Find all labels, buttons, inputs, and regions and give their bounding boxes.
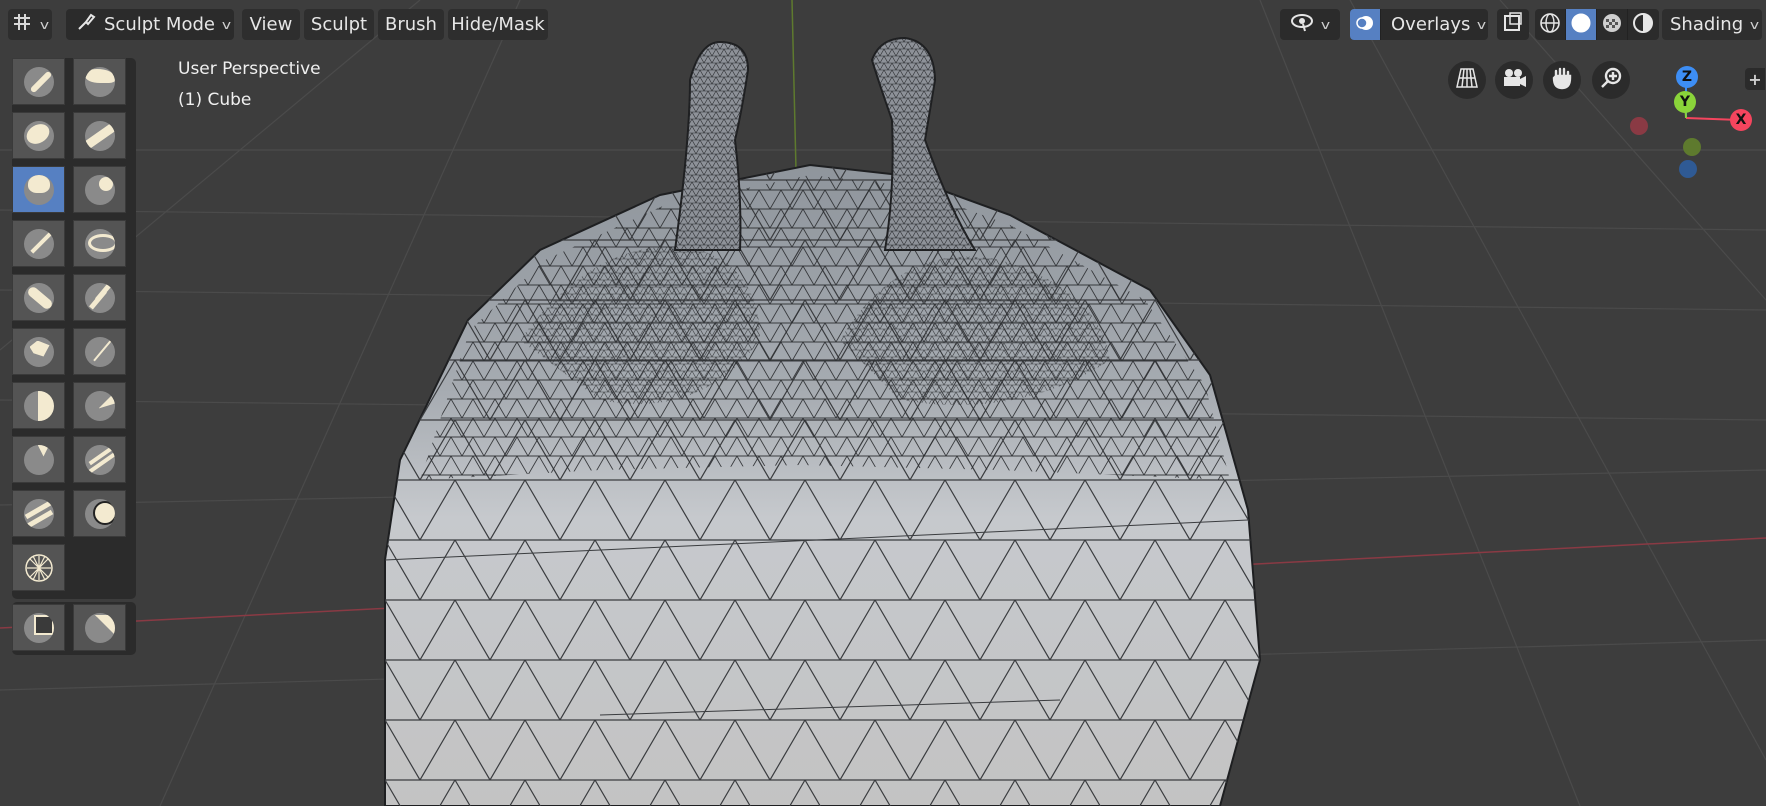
wireframe-sphere-icon: [1539, 12, 1561, 38]
xray-toggle-icon: [1502, 11, 1524, 38]
tool-multiplane-scrape[interactable]: [73, 382, 126, 429]
chevron-down-icon: v: [1321, 17, 1331, 32]
sculpt-brush-icon: [76, 12, 96, 37]
solid-sphere-icon: [1570, 12, 1592, 38]
overlays-dropdown[interactable]: Overlays v: [1350, 9, 1488, 40]
plus-icon: +: [1748, 69, 1762, 89]
editor-type-button[interactable]: v: [8, 9, 52, 40]
tool-inflate[interactable]: [12, 220, 65, 267]
draw-brush-icon: [23, 66, 54, 97]
axis-neg-z[interactable]: [1679, 160, 1697, 178]
overlay-icon: [1355, 13, 1375, 37]
inflate-brush-icon: [23, 228, 54, 259]
pinch-brush-icon: [23, 444, 54, 475]
shading-rendered-button[interactable]: [1628, 9, 1658, 40]
tool-snake-hook[interactable]: [12, 490, 65, 537]
tool-layer[interactable]: [73, 166, 126, 213]
clay-brush-icon: [23, 120, 54, 151]
mode-selector[interactable]: Sculpt Mode v: [66, 9, 234, 40]
hand-pan-icon: [1550, 66, 1574, 94]
axis-neg-x[interactable]: [1630, 117, 1648, 135]
brush-toolbar: [12, 58, 136, 599]
tool-crease[interactable]: [12, 274, 65, 321]
tool-clay-thumb[interactable]: [12, 166, 65, 213]
mask-box-icon: [23, 612, 54, 643]
tool-thumb[interactable]: [73, 490, 126, 537]
snake-hook-brush-icon: [23, 498, 54, 529]
scrape-brush-icon: [23, 390, 54, 421]
tool-draw-sharp[interactable]: [73, 58, 126, 105]
tool-mask-box[interactable]: [12, 604, 65, 651]
axis-neg-y[interactable]: [1683, 138, 1701, 156]
tool-scrape[interactable]: [12, 382, 65, 429]
fill-brush-icon: [84, 336, 115, 367]
tool-pose[interactable]: [12, 544, 65, 591]
transform-grid-icon: [11, 12, 33, 37]
perspective-grid-icon: [1455, 67, 1479, 93]
viewport-canvas[interactable]: [0, 0, 1766, 806]
tool-mask-lasso[interactable]: [73, 604, 126, 651]
chevron-down-icon: v: [1477, 17, 1487, 32]
rendered-sphere-icon: [1632, 12, 1654, 38]
overlays-toggle[interactable]: [1350, 9, 1381, 40]
material-preview-icon: [1601, 12, 1623, 38]
tool-clay-strips[interactable]: [73, 112, 126, 159]
pan-view-button[interactable]: [1543, 61, 1581, 99]
chevron-down-icon: v: [1750, 17, 1760, 32]
sculpt-mesh: [384, 163, 1262, 806]
menu-sculpt[interactable]: Sculpt: [304, 9, 374, 40]
axis-y[interactable]: Y: [1674, 91, 1696, 113]
mask-toolbar: [12, 602, 136, 655]
mode-label: Sculpt Mode: [104, 14, 215, 35]
flatten-brush-icon: [23, 336, 54, 367]
shading-solid-button[interactable]: [1566, 9, 1597, 40]
axis-x[interactable]: X: [1730, 109, 1752, 131]
menu-hide-mask[interactable]: Hide/Mask: [448, 9, 548, 40]
eye-select-icon: [1290, 12, 1314, 37]
layer-brush-icon: [84, 174, 115, 205]
multiplane-scrape-brush-icon: [84, 390, 115, 421]
viewport-header: v Sculpt Mode v View Sculpt Brush Hide/M…: [0, 0, 1766, 48]
shading-label: Shading: [1670, 14, 1744, 35]
sidebar-toggle[interactable]: +: [1745, 68, 1765, 90]
axis-z[interactable]: Z: [1676, 66, 1698, 88]
blob-brush-icon: [84, 228, 115, 259]
object-name: (1) Cube: [178, 90, 252, 110]
tool-flatten[interactable]: [12, 328, 65, 375]
xray-toggle[interactable]: [1497, 9, 1529, 40]
tool-blob[interactable]: [73, 220, 126, 267]
draw-sharp-brush-icon: [84, 66, 115, 97]
visibility-button[interactable]: v: [1280, 9, 1340, 40]
tool-smooth[interactable]: [73, 274, 126, 321]
grab-brush-icon: [84, 444, 115, 475]
shading-modes[interactable]: [1535, 9, 1659, 40]
clay-strips-brush-icon: [84, 120, 115, 151]
shading-material-button[interactable]: [1597, 9, 1628, 40]
tool-pinch[interactable]: [12, 436, 65, 483]
tool-clay[interactable]: [12, 112, 65, 159]
crease-brush-icon: [23, 282, 54, 313]
camera-view-button[interactable]: [1495, 61, 1533, 99]
camera-icon: [1501, 67, 1527, 93]
thumb-brush-icon: [84, 498, 115, 529]
tool-grab[interactable]: [73, 436, 126, 483]
shading-wireframe-button[interactable]: [1535, 9, 1566, 40]
orientation-gizmo[interactable]: Z Y X: [1620, 60, 1760, 190]
toggle-perspective-button[interactable]: [1448, 61, 1486, 99]
shading-dropdown[interactable]: Shading v: [1662, 9, 1762, 40]
chevron-down-icon: v: [40, 17, 50, 32]
overlays-label: Overlays: [1391, 14, 1471, 35]
3d-viewport[interactable]: [0, 0, 1766, 806]
tool-draw[interactable]: [12, 58, 65, 105]
pose-brush-icon: [24, 553, 54, 583]
clay-thumb-brush-icon: [23, 174, 54, 205]
chevron-down-icon: v: [221, 17, 232, 32]
menu-view[interactable]: View: [242, 9, 300, 40]
overlays-label-wrap[interactable]: Overlays v: [1381, 9, 1487, 40]
tool-fill[interactable]: [73, 328, 126, 375]
menu-brush[interactable]: Brush: [378, 9, 444, 40]
smooth-brush-icon: [84, 282, 115, 313]
mask-lasso-icon: [84, 612, 115, 643]
view-name: User Perspective: [178, 59, 321, 79]
